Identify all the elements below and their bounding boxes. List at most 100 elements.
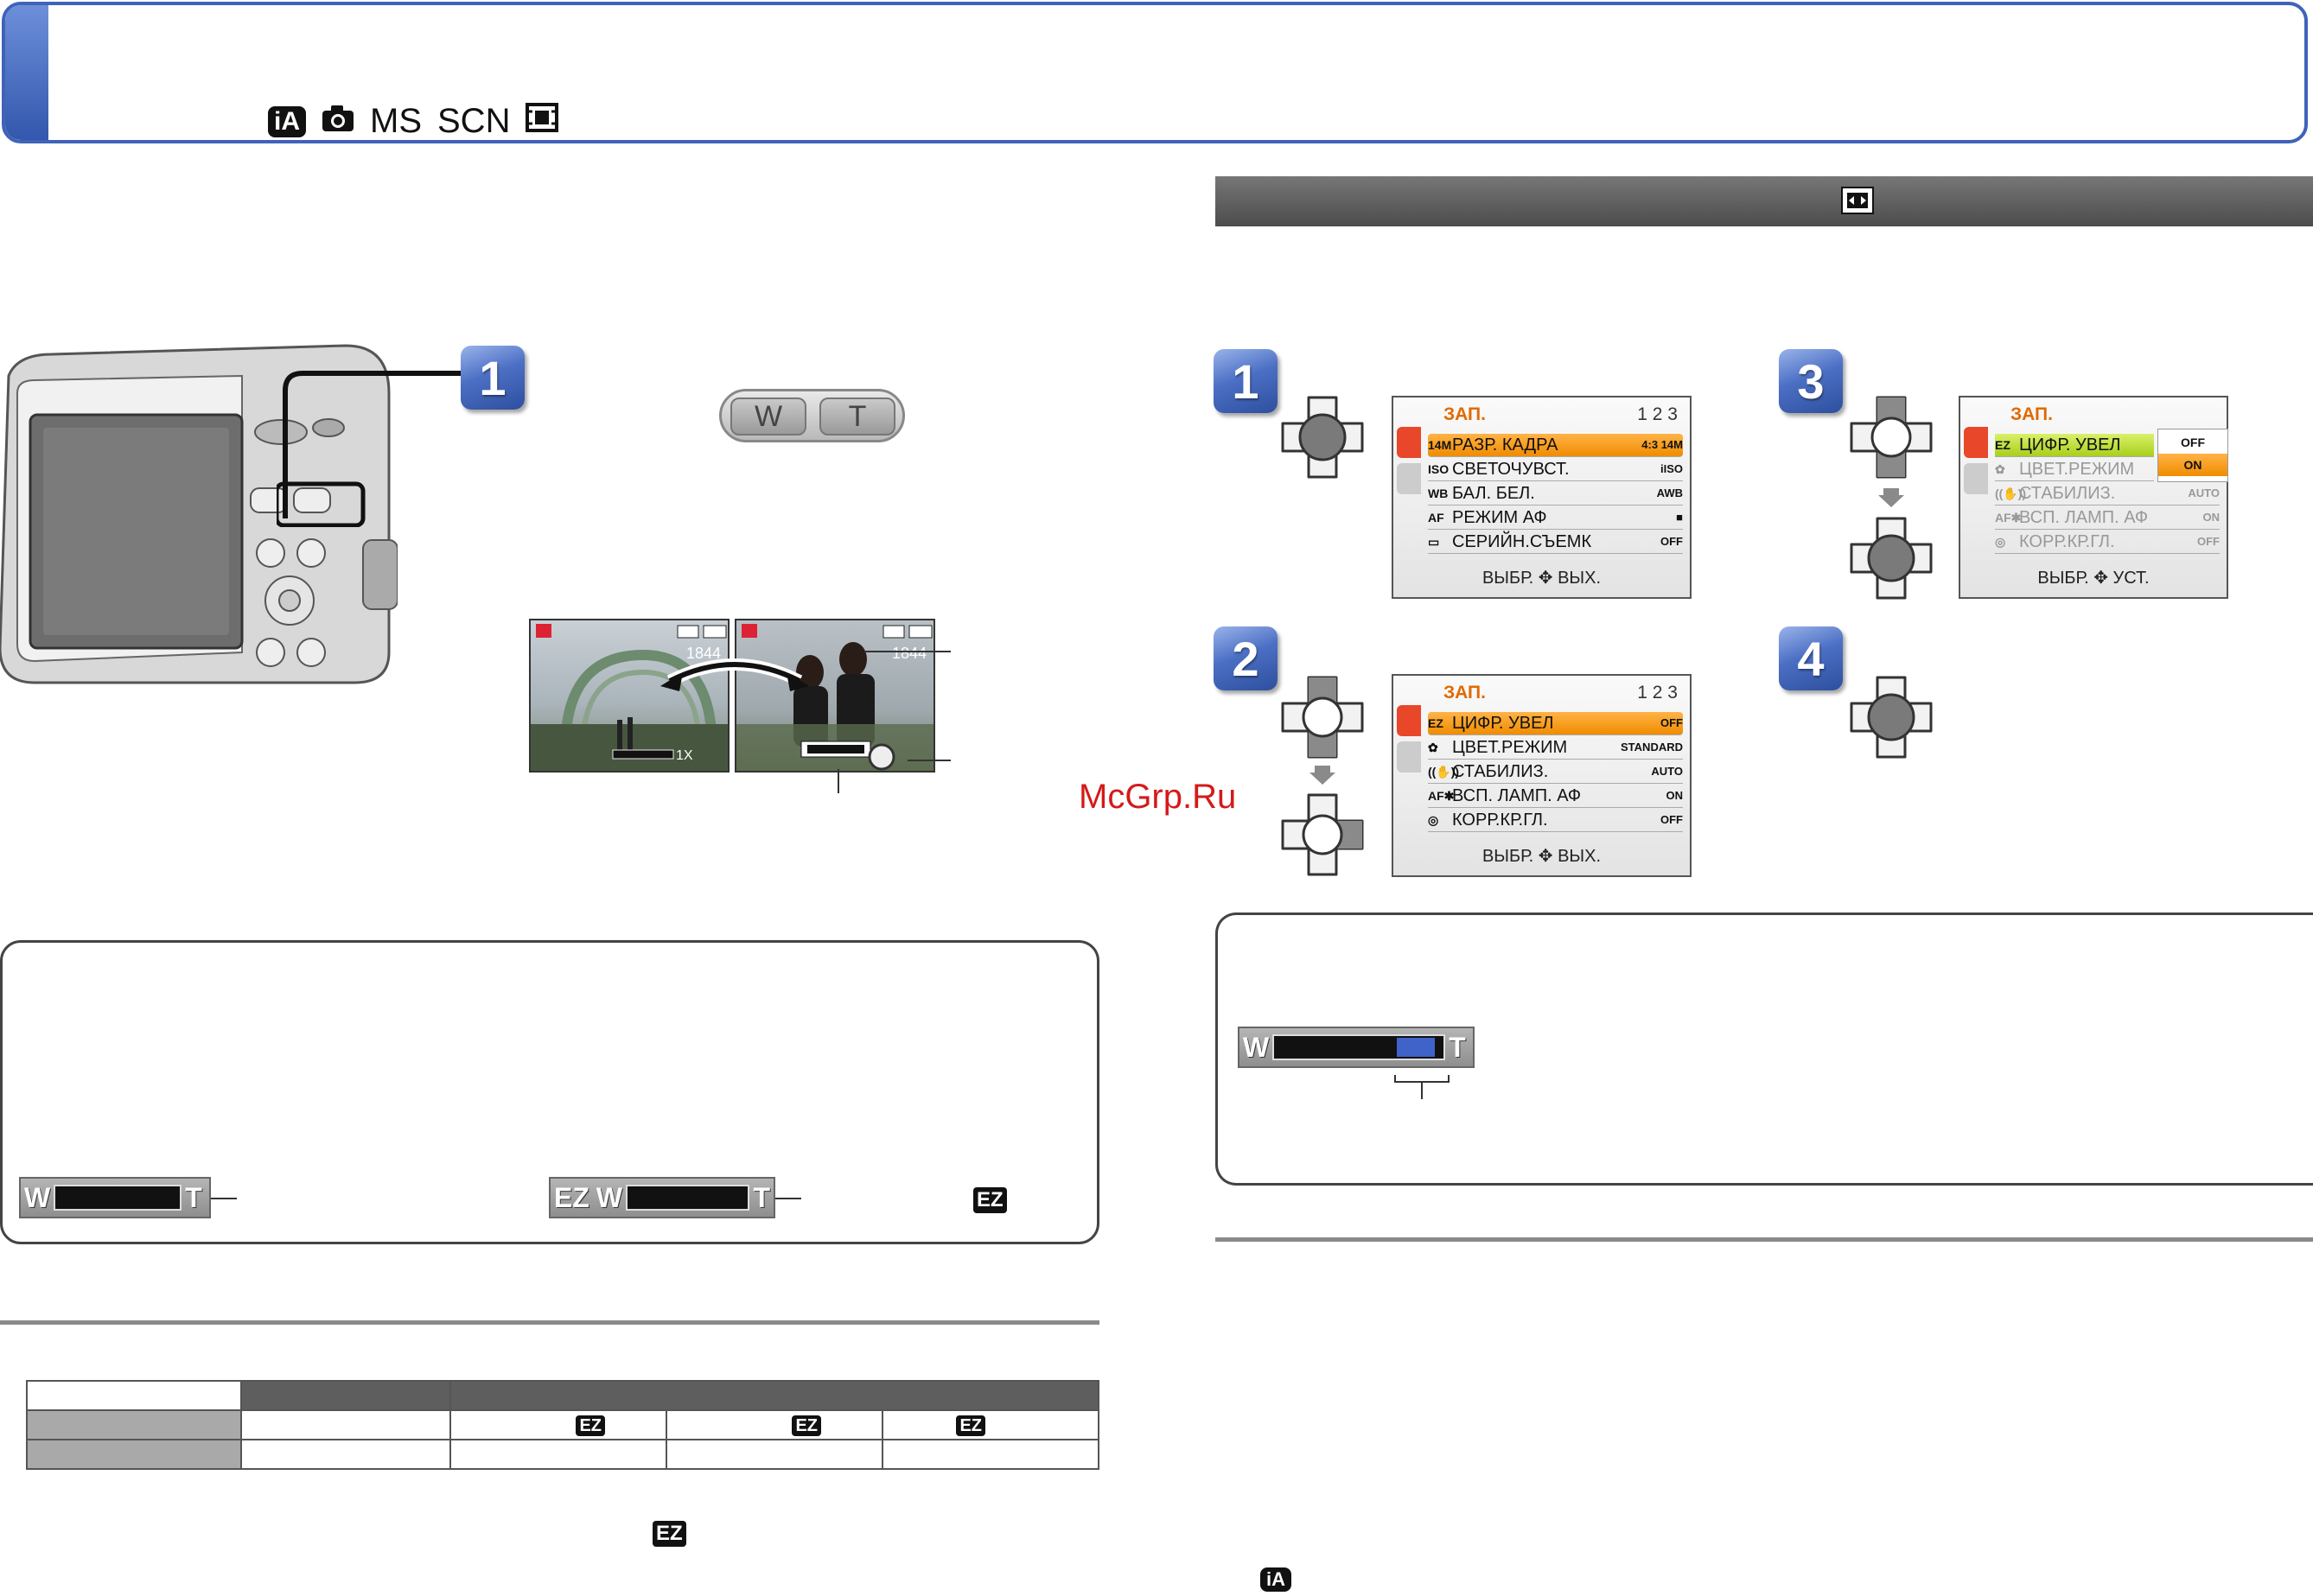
digital-zoom-icon — [1841, 187, 1874, 214]
table-cell — [240, 1439, 451, 1470]
lcd-zoom-value: 1X — [676, 748, 693, 763]
menu-item-label: СЕРИЙН.СЪЕМК — [1452, 532, 1592, 551]
ez-note-icon: EZ — [653, 1521, 686, 1547]
menu-item[interactable]: ISO СВЕТОЧУВСТ. iISO — [1428, 458, 1683, 481]
ez-icon: EZ — [973, 1187, 1007, 1213]
zoom-bar-w-label: W — [24, 1181, 51, 1213]
ez-bar-leader — [775, 1198, 801, 1199]
movie-icon — [526, 102, 559, 141]
menu-item[interactable]: 14M РАЗР. КАДРА 4:3 14M — [1428, 434, 1683, 457]
menu-item-label: РЕЖИМ АФ — [1452, 508, 1547, 527]
menu-tabs — [1397, 705, 1421, 778]
dpad-up-down[interactable] — [1850, 396, 1933, 479]
optical-zoom-bar: W T — [19, 1177, 211, 1218]
table-cell — [240, 1380, 451, 1411]
table-row: EZ EZ EZ — [26, 1409, 1099, 1440]
ia-mode-icon: iA — [268, 105, 306, 137]
dz-bar-digital-segment — [1397, 1038, 1436, 1057]
menu-item[interactable]: ✿ ЦВЕТ.РЕЖИМ STANDARD — [1428, 736, 1683, 760]
setup-tab[interactable] — [1397, 741, 1421, 773]
step-badge-1: 1 — [461, 346, 525, 410]
menu-item[interactable]: AF✱ ВСП. ЛАМП. АФ ON — [1428, 785, 1683, 808]
ez-bar-ez-label: EZ — [554, 1181, 589, 1213]
zoom-wide-key[interactable]: W — [730, 397, 806, 436]
menu-item-label: СВЕТОЧУВСТ. — [1452, 460, 1570, 479]
menu-footer: ВЫБР. ✥ ВЫХ. — [1481, 847, 1602, 866]
dpad-menu-set[interactable] — [1850, 517, 1933, 600]
zoom-lever[interactable]: W T — [719, 389, 905, 442]
menu-item[interactable]: EZ ЦИФР. УВЕЛ — [1995, 434, 2154, 457]
step-badge-4: 4 — [1779, 626, 1843, 690]
menu-item[interactable]: AF РЕЖИМ АФ ■ — [1428, 506, 1683, 530]
lcd-wide-preview: 1844 1X — [529, 619, 730, 773]
menu-item-value: AUTO — [2188, 486, 2220, 499]
menu-item-value: OFF — [2197, 535, 2220, 548]
right-section-divider — [1215, 1237, 2313, 1242]
menu-footer: ВЫБР. ✥ УСТ. — [2037, 569, 2150, 588]
step-badge-1: 1 — [1214, 349, 1278, 413]
step-badge-3: 3 — [1779, 349, 1843, 413]
menu-item-value: AWB — [1656, 486, 1683, 499]
menu-item[interactable]: ✿ ЦВЕТ.РЕЖИМ — [1995, 458, 2154, 481]
ez-icon: EZ — [576, 1415, 605, 1436]
menu-item-icon: ✿ — [1995, 462, 2005, 476]
menu-item-label: ВСП. ЛАМП. АФ — [1452, 786, 1582, 805]
menu-item[interactable]: ◎ КОРР.КР.ГЛ. OFF — [1995, 531, 2220, 554]
option-off[interactable]: OFF — [2158, 431, 2227, 454]
header-accent-bar — [5, 5, 48, 140]
menu-tabs — [1397, 427, 1421, 499]
menu-item-icon: AF✱ — [1428, 789, 1455, 803]
camera-icon — [322, 102, 354, 141]
table-cell — [449, 1439, 667, 1470]
menu-item-label: СТАБИЛИЗ. — [2019, 484, 2116, 503]
option-on[interactable]: ON — [2158, 454, 2227, 476]
menu-item-icon: EZ — [1428, 716, 1443, 730]
menu-item-icon: ✿ — [1428, 741, 1438, 754]
menu-item-icon: EZ — [1995, 438, 2010, 452]
menu-item-icon: ((✋)) — [1428, 765, 1460, 779]
zoom-direction-arrow — [660, 658, 809, 691]
menu-item-value: 4:3 14M — [1641, 438, 1683, 451]
dpad-menu-set[interactable] — [1850, 676, 1933, 759]
menu-item[interactable]: ((✋)) СТАБИЛИЗ. AUTO — [1995, 482, 2220, 506]
digital-zoom-bar: W T — [1238, 1027, 1475, 1068]
menu-footer: ВЫБР. ✥ ВЫХ. — [1481, 569, 1602, 588]
dpad-right[interactable] — [1281, 793, 1364, 876]
table-cell — [26, 1380, 242, 1411]
rec-tab[interactable] — [1964, 427, 1988, 458]
menu-item-value: OFF — [1660, 716, 1683, 729]
menu-item-label: БАЛ. БЕЛ. — [1452, 484, 1535, 503]
menu-item[interactable]: ▭ СЕРИЙН.СЪЕМК OFF — [1428, 531, 1683, 554]
table-cell: EZ — [882, 1409, 1099, 1440]
menu-page-indicator: 1 2 3 — [1637, 683, 1678, 703]
zoom-tele-key[interactable]: T — [819, 397, 895, 436]
menu-screen-2: ЗАП. 1 2 3 EZ ЦИФР. УВЕЛ OFF ✿ ЦВЕТ.РЕЖИМ ST… — [1392, 674, 1692, 877]
ez-bar-t-label: T — [753, 1181, 770, 1213]
setup-tab[interactable] — [1964, 463, 1988, 494]
menu-item-value: AUTO — [1651, 765, 1683, 778]
table-cell: EZ — [666, 1409, 883, 1440]
setup-tab[interactable] — [1397, 463, 1421, 494]
watermark-text: McGrp.Ru — [1079, 778, 1237, 816]
menu-item[interactable]: AF✱ ВСП. ЛАМП. АФ ON — [1995, 506, 2220, 530]
rec-tab[interactable] — [1397, 427, 1421, 458]
menu-screen-1: ЗАП. 1 2 3 14M РАЗР. КАДРА 4:3 14M ISO СВЕТ… — [1392, 396, 1692, 599]
menu-item-value: OFF — [1660, 535, 1683, 548]
step-badge-2: 2 — [1214, 626, 1278, 690]
menu-page-indicator: 1 2 3 — [1637, 404, 1678, 424]
menu-item[interactable]: WB БАЛ. БЕЛ. AWB — [1428, 482, 1683, 506]
ez-bar-w-label: W — [596, 1181, 623, 1213]
ms-mode-label: MS — [370, 102, 422, 140]
menu-tabs — [1964, 427, 1988, 499]
menu-item[interactable]: EZ ЦИФР. УВЕЛ OFF — [1428, 712, 1683, 735]
dpad-menu-set[interactable] — [1281, 396, 1364, 479]
table-cell — [240, 1409, 451, 1440]
option-popup: OFF ON — [2157, 429, 2228, 482]
menu-item[interactable]: ◎ КОРР.КР.ГЛ. OFF — [1428, 809, 1683, 832]
menu-item-label: ЦВЕТ.РЕЖИМ — [2019, 460, 2135, 479]
rec-tab[interactable] — [1397, 705, 1421, 736]
menu-item[interactable]: ((✋)) СТАБИЛИЗ. AUTO — [1428, 760, 1683, 784]
menu-item-value: STANDARD — [1621, 741, 1683, 753]
dpad-up-down[interactable] — [1281, 676, 1364, 759]
menu-item-label: ЦИФР. УВЕЛ — [2019, 436, 2121, 455]
